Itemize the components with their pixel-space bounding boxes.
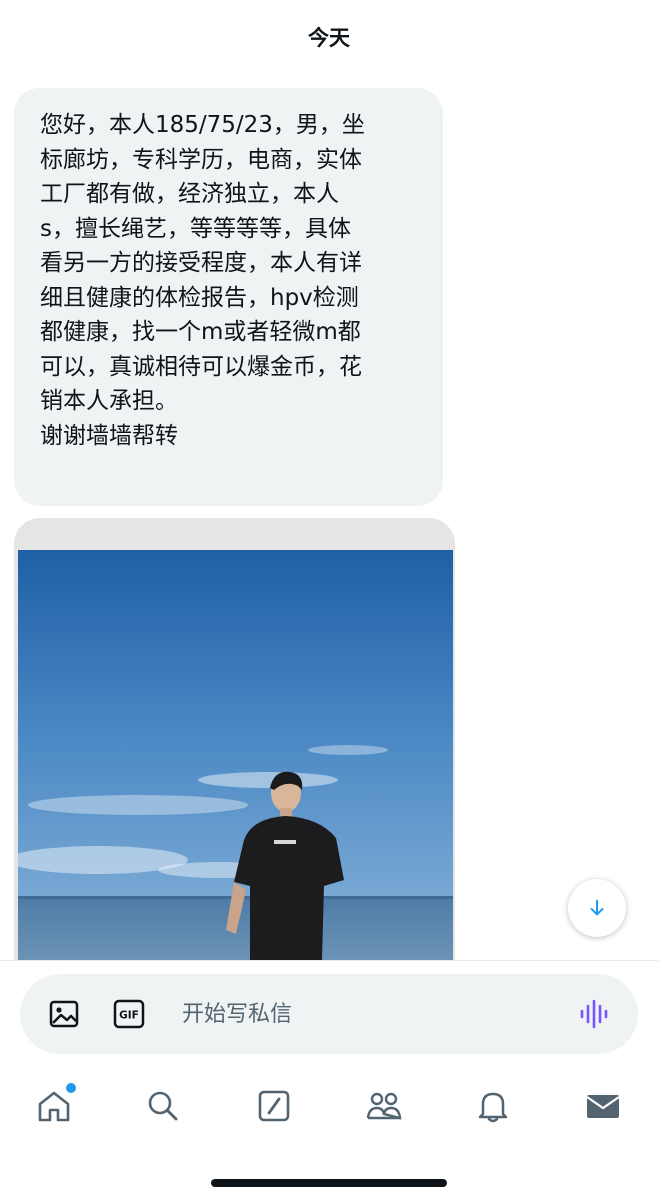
tab-search[interactable] (143, 1086, 183, 1126)
home-indicator (211, 1179, 447, 1187)
composer-divider (0, 960, 658, 961)
voice-message-button[interactable] (578, 998, 610, 1030)
gif-icon: GIF (113, 999, 145, 1029)
message-text: 您好，本人185/75/23，男，坐 标廊坊，专科学历，电商，实体 工厂都有做，… (40, 112, 365, 449)
arrow-down-icon (590, 899, 604, 916)
tab-home[interactable] (34, 1083, 76, 1126)
message-composer: GIF (20, 974, 638, 1054)
communities-icon (366, 1092, 402, 1120)
new-content-dot (66, 1083, 76, 1093)
tab-communities[interactable] (364, 1086, 404, 1126)
search-icon (148, 1091, 178, 1121)
photo-attachment[interactable] (14, 518, 455, 960)
home-icon (38, 1091, 70, 1122)
scroll-to-bottom-button[interactable] (568, 879, 626, 937)
bell-icon (478, 1092, 508, 1123)
message-input[interactable] (182, 996, 552, 1032)
bottom-tab-bar (0, 1072, 658, 1144)
image-icon (49, 1000, 79, 1028)
compose-icon (258, 1090, 290, 1122)
tab-notifications[interactable] (473, 1086, 513, 1126)
image-upload-button[interactable] (48, 998, 80, 1030)
envelope-icon (586, 1095, 620, 1118)
gif-button[interactable]: GIF (113, 998, 145, 1030)
message-bubble[interactable]: 您好，本人185/75/23，男，坐 标廊坊，专科学历，电商，实体 工厂都有做，… (14, 88, 443, 506)
svg-text:GIF: GIF (119, 1010, 139, 1022)
date-header: 今天 (308, 26, 350, 50)
waveform-icon (580, 999, 608, 1029)
tab-compose[interactable] (254, 1086, 294, 1126)
photo-image (18, 550, 453, 960)
tab-messages[interactable] (583, 1086, 623, 1126)
